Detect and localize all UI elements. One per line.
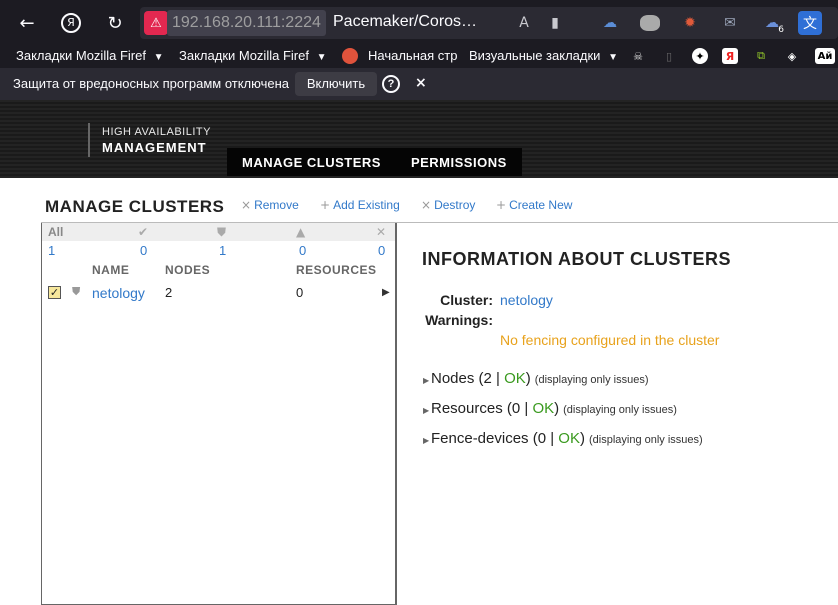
malware-protection-notice: Защита от вредоносных программ отключена… bbox=[0, 68, 838, 100]
back-arrow-icon[interactable]: ← bbox=[12, 8, 42, 38]
bookmark-visual[interactable]: Визуальные закладки ▼ bbox=[469, 48, 618, 63]
bookmarks-bar: Закладки Mozilla Firef ▼ Закладки Mozill… bbox=[0, 46, 838, 68]
main-content: MANAGE CLUSTERS × Remove + Add Existing × D… bbox=[3, 178, 838, 605]
count-warning[interactable]: 0 bbox=[299, 243, 306, 258]
expand-triangle-icon: ▶ bbox=[423, 436, 430, 445]
status-count-row: 1 0 1 0 0 bbox=[42, 243, 395, 261]
bookmark-star-icon[interactable]: ▮ bbox=[543, 11, 567, 35]
count-unmanaged[interactable]: 1 bbox=[219, 243, 226, 258]
browser-toolbar: ← Я ↻ ⚠ 192.168.20.111:2224 Pacemaker/Co… bbox=[0, 0, 838, 46]
page-title: MANAGE CLUSTERS bbox=[45, 197, 225, 216]
col-resources: RESOURCES bbox=[296, 263, 377, 277]
count-error[interactable]: 0 bbox=[378, 243, 385, 258]
avito-icon[interactable]: Ай bbox=[815, 48, 835, 64]
col-name: NAME bbox=[92, 263, 130, 277]
diamond-icon[interactable]: ◈ bbox=[784, 48, 800, 64]
tab-title: Pacemaker/Coros… bbox=[333, 13, 478, 30]
destroy-button[interactable]: × Destroy bbox=[421, 198, 475, 212]
weather-badge: 6 bbox=[778, 25, 784, 35]
skull-icon[interactable]: ☠ bbox=[630, 48, 646, 64]
compass-icon[interactable]: ✦ bbox=[692, 48, 708, 64]
app-header: HIGH AVAILABILITY MANAGEMENT MANAGE CLUS… bbox=[0, 100, 838, 178]
url-text[interactable]: 192.168.20.111:2224 bbox=[167, 10, 326, 36]
nav-permissions[interactable]: PERMISSIONS bbox=[396, 148, 522, 176]
close-icon[interactable]: × bbox=[415, 75, 427, 91]
plus-icon: + bbox=[496, 198, 507, 212]
ext-cloud-icon[interactable]: ☁ bbox=[598, 11, 622, 35]
bookmark-folder-2[interactable]: Закладки Mozilla Firef ▼ bbox=[179, 48, 326, 63]
ext-bug-icon[interactable]: ✹ bbox=[678, 11, 702, 35]
fence-devices-section-toggle[interactable]: ▶ Fence-devices (0 | OK) (displaying only… bbox=[423, 430, 703, 447]
reload-icon[interactable]: ↻ bbox=[100, 8, 130, 38]
cluster-nodes: 2 bbox=[165, 285, 173, 300]
nav-manage-clusters[interactable]: MANAGE CLUSTERS bbox=[227, 148, 396, 176]
warnings-label: Warnings: bbox=[425, 312, 493, 328]
expand-triangle-icon: ▶ bbox=[423, 376, 430, 385]
cluster-name-link[interactable]: netology bbox=[92, 285, 145, 301]
cluster-label: Cluster: bbox=[440, 292, 493, 308]
remove-icon: × bbox=[241, 198, 252, 212]
count-ok[interactable]: 0 bbox=[140, 243, 147, 258]
chevron-down-icon: ▼ bbox=[608, 52, 618, 63]
brand-divider bbox=[88, 123, 90, 157]
warning-icon[interactable]: ▲ bbox=[296, 225, 305, 239]
ext-mail-icon[interactable]: ✉ bbox=[718, 11, 742, 35]
enable-button[interactable]: Включить bbox=[295, 72, 377, 96]
bookmark-folder-1[interactable]: Закладки Mozilla Firef ▼ bbox=[16, 48, 163, 63]
chevron-down-icon: ▼ bbox=[153, 52, 164, 63]
close-icon[interactable]: ✕ bbox=[376, 225, 386, 239]
puzzle-icon[interactable]: ⧉ bbox=[753, 48, 769, 64]
create-new-button[interactable]: + Create New bbox=[496, 198, 572, 212]
filter-all[interactable]: All bbox=[48, 225, 63, 239]
brand-title-bottom: MANAGEMENT bbox=[102, 140, 207, 155]
cluster-link[interactable]: netology bbox=[500, 292, 553, 308]
col-nodes: NODES bbox=[165, 263, 211, 277]
cluster-info-panel: INFORMATION ABOUT CLUSTERS Cluster: neto… bbox=[396, 223, 838, 605]
table-row[interactable]: ✓ ⛊ netology 2 0 ▶ bbox=[42, 281, 395, 305]
remove-icon: × bbox=[421, 198, 432, 212]
remove-button[interactable]: × Remove bbox=[241, 198, 299, 212]
expand-triangle-icon: ▶ bbox=[423, 406, 430, 415]
ok-check-icon[interactable]: ✔ bbox=[138, 225, 148, 239]
add-existing-button[interactable]: + Add Existing bbox=[320, 198, 400, 212]
ext-shape-icon[interactable] bbox=[638, 11, 662, 35]
ext-translate-icon[interactable]: 文 bbox=[798, 11, 822, 35]
status-filter-row: All ✔ ⛊ ▲ ✕ bbox=[42, 223, 395, 241]
brand-title-top: HIGH AVAILABILITY bbox=[102, 126, 211, 138]
shield-icon[interactable]: ⛊ bbox=[217, 225, 226, 240]
nodes-section-toggle[interactable]: ▶ Nodes (2 | OK) (displaying only issues) bbox=[423, 370, 649, 387]
info-title: INFORMATION ABOUT CLUSTERS bbox=[422, 249, 731, 269]
chevron-down-icon: ▼ bbox=[316, 52, 327, 63]
bookmark-home[interactable]: Начальная стр bbox=[368, 48, 457, 63]
shield-icon: ⛊ bbox=[72, 285, 81, 298]
translate-icon[interactable]: A bbox=[512, 11, 536, 35]
document-icon[interactable]: ▯ bbox=[661, 48, 677, 64]
cluster-resources: 0 bbox=[296, 285, 304, 300]
cluster-list-panel: All ✔ ⛊ ▲ ✕ 1 0 1 0 0 NAME NODES RESOURC… bbox=[41, 223, 396, 605]
yandex-icon[interactable]: Я bbox=[56, 8, 86, 38]
warning-message: No fencing configured in the cluster bbox=[500, 332, 720, 348]
notice-text: Защита от вредоносных программ отключена bbox=[13, 76, 290, 91]
insecure-connection-icon[interactable]: ⚠ bbox=[144, 11, 168, 35]
resources-section-toggle[interactable]: ▶ Resources (0 | OK) (displaying only iss… bbox=[423, 400, 677, 417]
count-all[interactable]: 1 bbox=[48, 243, 55, 258]
plus-icon: + bbox=[320, 198, 331, 212]
chevron-right-icon[interactable]: ▶ bbox=[382, 287, 390, 298]
help-icon[interactable]: ? bbox=[382, 75, 400, 93]
row-checkbox[interactable]: ✓ bbox=[48, 286, 61, 299]
yandex-bookmark-icon[interactable]: Я bbox=[722, 48, 738, 64]
ext-weather-icon[interactable]: ☁ 6 bbox=[760, 11, 784, 35]
main-nav: MANAGE CLUSTERS PERMISSIONS bbox=[227, 148, 522, 176]
table-header: NAME NODES RESOURCES bbox=[42, 263, 395, 279]
firefox-icon bbox=[342, 48, 358, 64]
